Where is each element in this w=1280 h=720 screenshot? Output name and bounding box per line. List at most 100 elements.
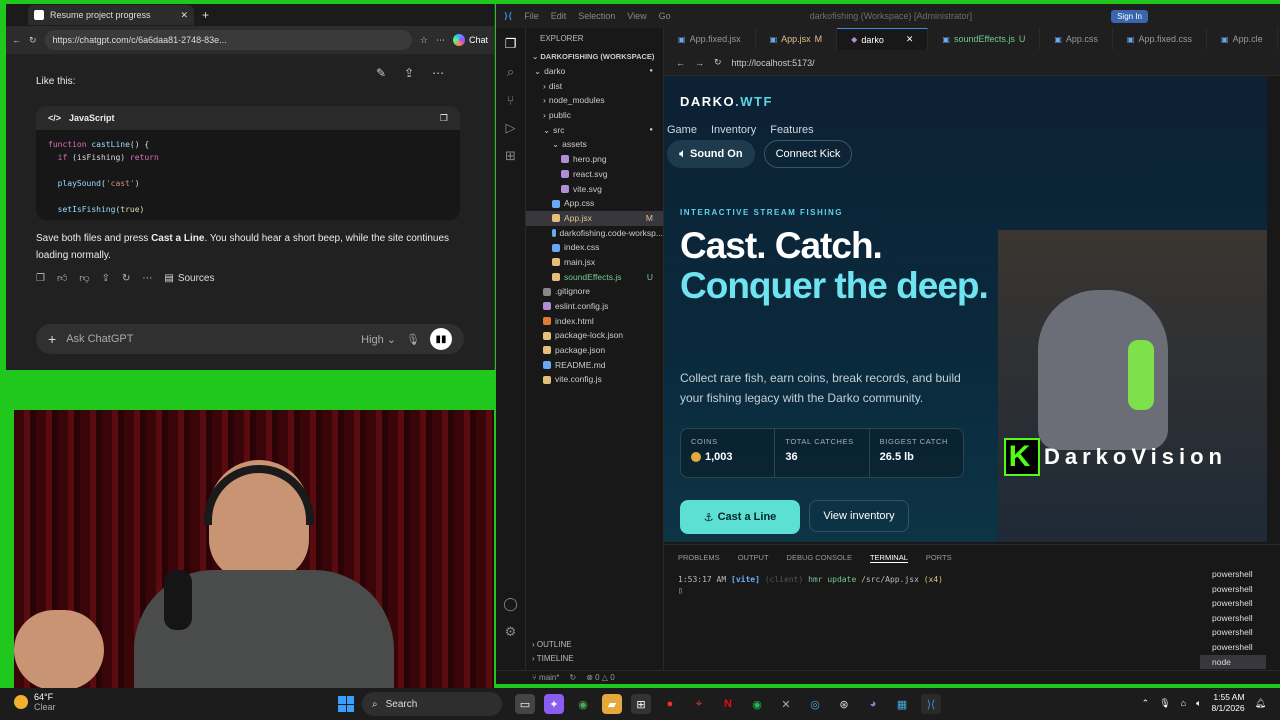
more-icon[interactable]: ⋯ xyxy=(432,66,444,80)
terminal-instance[interactable]: powershell xyxy=(1200,625,1266,640)
start-button[interactable] xyxy=(338,696,354,712)
menu-go[interactable]: Go xyxy=(659,11,671,21)
editor-tab[interactable]: ▣ App.cle xyxy=(1207,28,1278,50)
nav-game[interactable]: Game xyxy=(667,124,697,136)
files-icon[interactable]: ❐ xyxy=(503,36,519,52)
file-tree-item[interactable]: main.jsx xyxy=(526,255,663,270)
editor-tab[interactable]: ▣ App.fixed.jsx xyxy=(664,28,756,50)
terminal-instance[interactable]: powershell xyxy=(1200,567,1266,582)
sync-icon[interactable]: ↻ xyxy=(569,673,576,682)
view-inventory-button[interactable]: View inventory xyxy=(809,500,909,532)
model-selector[interactable]: High ⌄ xyxy=(361,333,396,346)
clock[interactable]: 1:55 AM 8/1/2026 xyxy=(1211,692,1244,714)
address-bar[interactable]: https://chatgpt.com/c/6a6daa81-2748-83e.… xyxy=(44,30,412,50)
star-icon[interactable]: ☆ xyxy=(420,35,428,46)
search-icon[interactable]: ⌕ xyxy=(503,64,519,80)
terminal-instance[interactable]: node xyxy=(1200,654,1266,670)
file-tree-item[interactable]: › dist xyxy=(526,79,663,94)
new-tab-icon[interactable]: + xyxy=(202,8,209,22)
editor-tab[interactable]: ▣ App.fixed.css xyxy=(1113,28,1207,50)
file-tree-item[interactable]: › public xyxy=(526,108,663,123)
terminal-instance[interactable]: powershell xyxy=(1200,640,1266,655)
terminal-instance[interactable]: powershell xyxy=(1200,611,1266,626)
editor-tab[interactable]: ◆ darko ✕ xyxy=(837,28,929,50)
close-icon[interactable]: ✕ xyxy=(906,34,914,45)
chrome-icon[interactable]: ◉ xyxy=(573,694,593,714)
refresh-icon[interactable]: ↻ xyxy=(29,35,37,46)
outline-section[interactable]: › OUTLINE xyxy=(526,638,663,652)
terminal-instance[interactable]: powershell xyxy=(1200,596,1266,611)
file-tree-item[interactable]: index.html xyxy=(526,314,663,329)
file-tree-item[interactable]: ⌄ assets xyxy=(526,137,663,152)
branch-indicator[interactable]: ⑂ main* xyxy=(532,673,559,682)
file-tree-item[interactable]: README.md xyxy=(526,358,663,373)
file-tree-item[interactable]: index.css xyxy=(526,240,663,255)
file-tree-item[interactable]: › node_modules xyxy=(526,93,663,108)
close-icon[interactable]: ✕ xyxy=(180,10,188,21)
menu-edit[interactable]: Edit xyxy=(551,11,567,21)
panel-tab[interactable]: PROBLEMS xyxy=(678,553,720,563)
task-view-icon[interactable]: ▭ xyxy=(515,694,535,714)
editor-tab[interactable]: ▣ App.jsx M xyxy=(756,28,838,50)
panel-tab[interactable]: DEBUG CONSOLE xyxy=(787,553,852,563)
thumbs-down-icon[interactable]: 👎︎ xyxy=(79,272,89,284)
preview-url[interactable]: http://localhost:5173/ xyxy=(732,58,815,68)
voice-mode-button[interactable]: ▮▮ xyxy=(430,328,452,350)
file-tree-item[interactable]: package.json xyxy=(526,343,663,358)
extensions-icon[interactable]: ⊞ xyxy=(503,148,519,164)
more-icon[interactable]: ⋯ xyxy=(436,35,445,46)
file-tree-item[interactable]: soundEffects.js U xyxy=(526,270,663,285)
weather-widget[interactable]: 64°F Clear xyxy=(14,692,56,712)
microphone-icon[interactable]: 🎙︎ xyxy=(406,333,420,346)
more-icon[interactable]: ⋯ xyxy=(142,273,152,284)
file-tree-item[interactable]: ⌄ src ● xyxy=(526,123,663,138)
timeline-section[interactable]: › TIMELINE xyxy=(526,652,663,666)
file-tree-item[interactable]: eslint.config.js xyxy=(526,299,663,314)
copy-icon[interactable]: ❐ xyxy=(36,273,45,284)
share-icon[interactable]: ⇪ xyxy=(404,66,414,80)
netflix-icon[interactable]: N xyxy=(718,694,738,714)
microphone-icon[interactable]: 🎙︎ xyxy=(1159,698,1170,709)
github-icon[interactable]: ⊛ xyxy=(834,694,854,714)
source-control-icon[interactable]: ⑂ xyxy=(503,92,519,108)
chat-input[interactable]: + Ask ChatGPT High ⌄ 🎙︎ ▮▮ xyxy=(36,324,464,354)
file-tree-item[interactable]: package-lock.json xyxy=(526,328,663,343)
share-icon[interactable]: ⇪ xyxy=(102,273,110,284)
volume-icon[interactable]: 🔈︎ xyxy=(1196,698,1201,709)
cast-line-button[interactable]: ⚓︎ Cast a Line xyxy=(680,500,800,534)
menu-selection[interactable]: Selection xyxy=(578,11,615,21)
back-icon[interactable]: ← xyxy=(676,58,685,68)
chevron-up-icon[interactable]: ⌃ xyxy=(1142,698,1150,709)
file-tree-item[interactable]: vite.svg xyxy=(526,182,663,197)
sign-in-button[interactable]: Sign In xyxy=(1111,9,1148,23)
panel-tab[interactable]: TERMINAL xyxy=(869,553,908,563)
spotify-icon[interactable]: ◉ xyxy=(747,694,767,714)
maps-icon[interactable]: ⌖ xyxy=(689,694,709,714)
terminal-instance[interactable]: powershell xyxy=(1200,582,1266,597)
nav-inventory[interactable]: Inventory xyxy=(711,124,756,136)
copy-icon[interactable]: ❐ xyxy=(440,113,448,124)
app-icon[interactable]: ✕ xyxy=(776,694,796,714)
store-icon[interactable]: ⊞ xyxy=(631,694,651,714)
file-tree-item[interactable]: vite.config.js xyxy=(526,372,663,387)
problems-indicator[interactable]: ⊗ 0 △ 0 xyxy=(586,673,614,682)
file-explorer-icon[interactable]: ▰ xyxy=(602,694,622,714)
copilot-icon[interactable]: ✦ xyxy=(544,694,564,714)
terminal-cursor[interactable]: ▯ xyxy=(678,586,943,595)
plus-icon[interactable]: + xyxy=(48,331,56,347)
back-icon[interactable]: ← xyxy=(12,35,21,45)
regenerate-icon[interactable]: ↻ xyxy=(122,273,130,284)
editor-tab[interactable]: ▣ soundEffects.js U xyxy=(928,28,1041,50)
gear-icon[interactable]: ⚙ xyxy=(503,624,519,640)
file-tree-item[interactable]: .gitignore xyxy=(526,284,663,299)
connect-kick-button[interactable]: Connect Kick xyxy=(764,140,852,168)
panel-tab[interactable]: PORTS xyxy=(926,553,952,563)
file-tree-item[interactable]: hero.png xyxy=(526,152,663,167)
photos-icon[interactable]: ▦ xyxy=(892,694,912,714)
file-tree-item[interactable]: react.svg xyxy=(526,167,663,182)
panel-tab[interactable]: OUTPUT xyxy=(738,553,769,563)
editor-tab[interactable]: ▣ App.css xyxy=(1040,28,1113,50)
forward-icon[interactable]: → xyxy=(695,58,704,68)
file-tree-item[interactable]: darkofishing.code-worksp... xyxy=(526,226,663,241)
sources-button[interactable]: ▤ Sources xyxy=(164,273,214,284)
